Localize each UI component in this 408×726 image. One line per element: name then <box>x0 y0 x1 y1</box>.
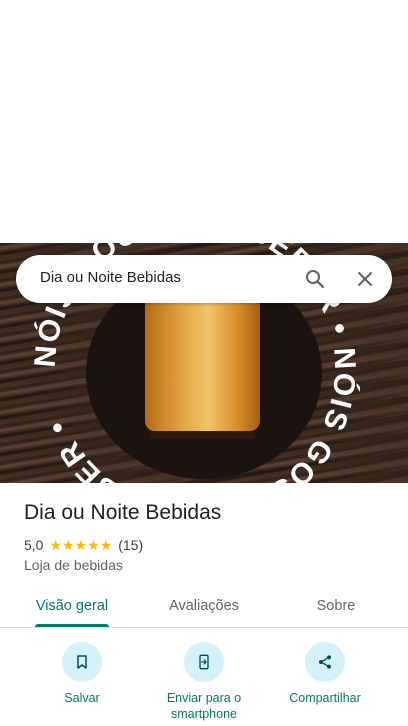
tab-bar: Visão geral Avaliações Sobre <box>0 585 408 627</box>
share-label: Compartilhar <box>289 691 361 705</box>
rating-row[interactable]: 5,0 ★★★★★ (15) <box>24 536 143 554</box>
tab-reviews[interactable]: Avaliações <box>148 585 260 627</box>
send-to-phone-icon <box>199 654 209 670</box>
save-button[interactable]: Salvar <box>22 642 142 706</box>
place-category: Loja de bebidas <box>24 557 123 573</box>
save-label: Salvar <box>64 691 100 705</box>
share-icon <box>319 655 331 669</box>
share-button[interactable]: Compartilhar <box>265 642 385 706</box>
close-icon[interactable] <box>353 267 377 291</box>
divider <box>0 627 408 628</box>
place-title: Dia ou Noite Bebidas <box>24 501 222 524</box>
tab-about[interactable]: Sobre <box>286 585 386 627</box>
send-to-phone-label: Enviar para o smartphone <box>166 691 242 721</box>
blank-area <box>0 0 408 243</box>
search-bar[interactable]: Dia ou Noite Bebidas <box>16 255 392 303</box>
save-circle <box>62 642 102 682</box>
search-input[interactable]: Dia ou Noite Bebidas <box>40 269 181 286</box>
star-rating-icon: ★★★★★ <box>49 536 113 553</box>
rating-value: 5,0 <box>24 537 44 553</box>
search-icon[interactable] <box>303 267 327 291</box>
bookmark-icon <box>77 655 87 669</box>
tab-overview[interactable]: Visão geral <box>22 585 122 627</box>
share-circle <box>305 642 345 682</box>
send-to-phone-circle <box>184 642 224 682</box>
review-count: (15) <box>118 537 144 553</box>
send-to-phone-button[interactable]: Enviar para o smartphone <box>144 642 264 722</box>
